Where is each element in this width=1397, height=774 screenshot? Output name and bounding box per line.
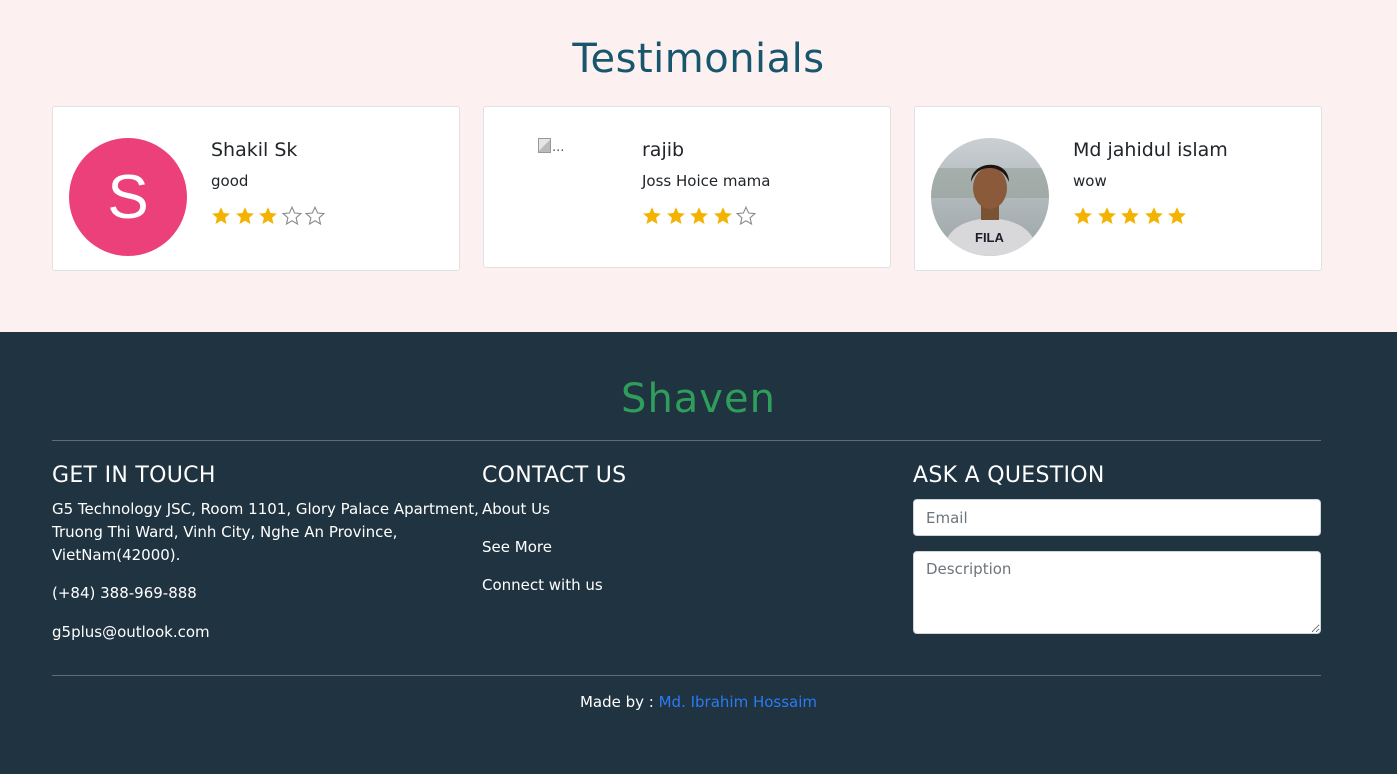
description-field[interactable] xyxy=(913,551,1321,634)
star-filled-icon xyxy=(1074,207,1092,224)
reviewer-name: rajib xyxy=(642,139,685,161)
star-filled-icon xyxy=(643,207,661,224)
footer-link-see-more[interactable]: See More xyxy=(482,536,552,559)
address: G5 Technology JSC, Room 1101, Glory Pala… xyxy=(52,498,479,567)
author-link[interactable]: Md. Ibrahim Hossaim xyxy=(659,693,817,711)
star-filled-icon xyxy=(713,207,732,224)
review-comment: Joss Hoice mama xyxy=(642,172,771,190)
star-filled-icon xyxy=(212,207,230,224)
profile-photo: FILA xyxy=(931,138,1049,256)
testimonial-card: ... rajib Joss Hoice mama xyxy=(483,106,891,268)
star-filled-icon xyxy=(235,207,254,224)
avatar: FILA xyxy=(931,138,1049,256)
contact-us-heading: CONTACT US xyxy=(482,463,627,488)
star-filled-icon xyxy=(1168,207,1186,224)
address-line: Truong Thi Ward, Vinh City, Nghe An Prov… xyxy=(52,523,398,541)
reviewer-name: Md jahidul islam xyxy=(1073,139,1228,161)
divider xyxy=(52,440,1321,441)
avatar-letter: S xyxy=(107,162,149,232)
brand-logo[interactable]: Shaven xyxy=(0,376,1397,422)
review-comment: wow xyxy=(1073,172,1107,190)
review-comment: good xyxy=(211,172,249,190)
credits: Made by : Md. Ibrahim Hossaim xyxy=(0,693,1397,711)
star-filled-icon xyxy=(690,207,708,224)
phone-number: (+84) 388-969-888 xyxy=(52,584,197,602)
broken-image-icon: ... xyxy=(538,138,564,155)
reviewer-name: Shakil Sk xyxy=(211,139,298,161)
star-filled-icon xyxy=(1144,207,1163,224)
email-field[interactable] xyxy=(913,499,1321,536)
avatar: S xyxy=(69,138,187,256)
testimonials-heading: Testimonials xyxy=(572,36,825,82)
footer: Shaven GET IN TOUCH G5 Technology JSC, R… xyxy=(0,332,1397,774)
testimonial-card: FILA Md jahidul islam wow xyxy=(914,106,1322,271)
star-empty-icon xyxy=(736,206,756,226)
get-in-touch-heading: GET IN TOUCH xyxy=(52,463,216,488)
star-filled-icon xyxy=(259,207,277,224)
ask-question-heading: ASK A QUESTION xyxy=(913,463,1105,488)
address-line: G5 Technology JSC, Room 1101, Glory Pala… xyxy=(52,500,479,518)
star-empty-icon xyxy=(281,206,302,226)
star-filled-icon xyxy=(1097,207,1116,224)
star-filled-icon xyxy=(1121,207,1139,224)
testimonials-section: Testimonials S Shakil Sk good ... rajib … xyxy=(0,0,1397,332)
image-alt-text: ... xyxy=(552,140,565,155)
star-rating xyxy=(1073,206,1191,230)
made-by-label: Made by : xyxy=(579,693,654,711)
star-rating xyxy=(211,206,329,230)
footer-link-about[interactable]: About Us xyxy=(482,498,550,521)
star-filled-icon xyxy=(666,207,685,224)
divider xyxy=(52,675,1321,676)
footer-link-connect[interactable]: Connect with us xyxy=(482,574,603,597)
address-line: VietNam(42000). xyxy=(52,546,181,564)
testimonial-card: S Shakil Sk good xyxy=(52,106,460,271)
star-rating xyxy=(642,206,760,230)
star-empty-icon xyxy=(305,206,325,226)
shirt-text: FILA xyxy=(975,230,1004,245)
email-address: g5plus@outlook.com xyxy=(52,623,210,641)
